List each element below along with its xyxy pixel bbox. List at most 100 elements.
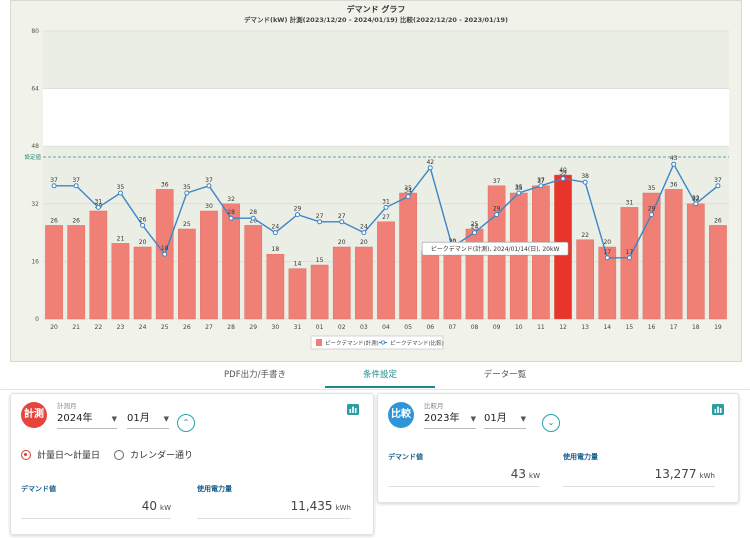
compare-point (693, 201, 699, 207)
measure-demand-label: デマンド値 (21, 485, 56, 493)
y-tick-label: 16 (31, 258, 39, 265)
x-tick-label: 26 (183, 324, 191, 331)
compare-point (560, 176, 566, 182)
bar-value-label: 18 (272, 246, 280, 253)
x-tick-label: 01 (316, 324, 324, 331)
bar (178, 228, 196, 320)
bar-value-label: 20 (603, 239, 611, 246)
compare-point (383, 204, 389, 210)
line-value-label: 28 (227, 209, 235, 216)
bar (355, 246, 373, 320)
compare-year-select[interactable]: 2023年 ▼ (424, 412, 476, 429)
bar (421, 250, 440, 320)
compare-point (73, 183, 79, 189)
compare-card: 比較 比較月 2023年 ▼ 01月 ▼ ⌄ デマンド値 43 kW 使用電力量 … (377, 393, 739, 503)
measure-usage-value: 11,435 (290, 499, 333, 513)
compare-point (95, 204, 101, 210)
demand-chart-panel: 0 16 32 48 64 80 設定値 デマンド グラフ デマンド(kW) 計測(2023/1… (10, 0, 742, 362)
compare-point (494, 212, 500, 218)
measure-caption: 計測月 (57, 402, 77, 410)
radio-meter-day[interactable] (21, 449, 31, 460)
bar (709, 225, 727, 320)
x-tick-label: 20 (50, 324, 58, 331)
line-value-label: 37 (714, 177, 722, 184)
line-value-label: 35 (515, 184, 523, 191)
x-tick-label: 13 (581, 324, 589, 331)
compare-point (582, 179, 588, 185)
compare-point (427, 165, 433, 171)
bar (111, 243, 130, 320)
line-value-label: 35 (183, 184, 191, 191)
line-value-label: 38 (581, 173, 589, 180)
chart-title: デマンド グラフ (347, 4, 406, 14)
line-value-label: 28 (249, 209, 257, 216)
line-value-label: 39 (559, 170, 567, 177)
chevron-down-icon[interactable]: ⌄ (542, 414, 560, 432)
legend-line-marker (380, 340, 385, 345)
x-tick-label: 14 (603, 324, 611, 331)
x-tick-label: 04 (382, 324, 390, 331)
radio-meter-day-label: 計量日〜計量日 (37, 451, 101, 461)
plot-band (43, 31, 729, 89)
compare-month-value: 01月 (484, 413, 507, 424)
bar-value-label: 36 (670, 181, 678, 188)
y-tick-label: 0 (35, 316, 39, 323)
x-tick-label: 06 (426, 324, 434, 331)
tab-pdf-export[interactable]: PDF出力/手書き (200, 366, 310, 388)
measure-usage-field: 11,435 kWh (197, 496, 351, 519)
line-value-label: 24 (272, 224, 280, 231)
measure-demand-value: 40 (141, 499, 158, 513)
bar (332, 246, 351, 320)
chevron-up-icon[interactable]: ⌃ (177, 414, 195, 432)
compare-month-select[interactable]: 01月 ▼ (484, 412, 526, 429)
x-tick-label: 22 (95, 324, 103, 331)
measure-month-value: 01月 (127, 413, 150, 424)
x-tick-label: 25 (161, 324, 169, 331)
measure-year-select[interactable]: 2024年 ▼ (57, 412, 117, 429)
compare-usage-unit: kWh (699, 472, 715, 480)
bar-value-label: 26 (72, 217, 80, 224)
line-value-label: 29 (648, 206, 656, 213)
bar-value-label: 21 (117, 235, 125, 242)
compare-usage-field: 13,277 kWh (563, 464, 715, 487)
x-tick-label: 19 (714, 324, 722, 331)
compare-point (317, 219, 323, 225)
measure-month-select[interactable]: 01月 ▼ (127, 412, 169, 429)
compare-point (405, 194, 411, 200)
line-value-label: 24 (360, 224, 368, 231)
compare-demand-value: 43 (510, 467, 527, 481)
measure-demand-unit: kW (160, 504, 171, 512)
x-tick-label: 15 (626, 324, 634, 331)
compare-point (671, 161, 677, 167)
bar (664, 189, 683, 320)
tab-data-list[interactable]: データ一覧 (450, 366, 560, 388)
compare-point (51, 183, 57, 189)
bar-value-label: 15 (316, 257, 324, 264)
x-tick-label: 18 (692, 324, 700, 331)
bar (377, 221, 395, 320)
bar (288, 268, 307, 320)
line-value-label: 37 (72, 177, 80, 184)
radio-calendar[interactable] (114, 449, 125, 460)
tab-divider (0, 389, 750, 390)
x-tick-label: 28 (227, 324, 235, 331)
bar-chart-icon[interactable] (712, 404, 724, 415)
x-tick-label: 31 (294, 324, 302, 331)
bar (620, 207, 639, 320)
compare-demand-field: 43 kW (388, 464, 540, 487)
threshold-label: 設定値 (24, 153, 41, 161)
bar-chart-icon[interactable] (347, 404, 359, 415)
line-value-label: 42 (426, 159, 434, 166)
period-radio-group: 計量日〜計量日 カレンダー通り (21, 448, 193, 461)
line-value-label: 35 (117, 184, 125, 191)
tab-conditions[interactable]: 条件設定 (325, 366, 435, 388)
line-value-label: 27 (316, 213, 324, 220)
compare-point (649, 212, 655, 218)
bar (222, 203, 240, 320)
measure-demand-field: 40 kW (21, 496, 171, 519)
compare-caption: 比較月 (424, 402, 444, 410)
x-tick-label: 10 (515, 324, 523, 331)
x-tick-label: 21 (72, 324, 80, 331)
bar-value-label: 26 (50, 217, 58, 224)
bar (266, 253, 285, 320)
